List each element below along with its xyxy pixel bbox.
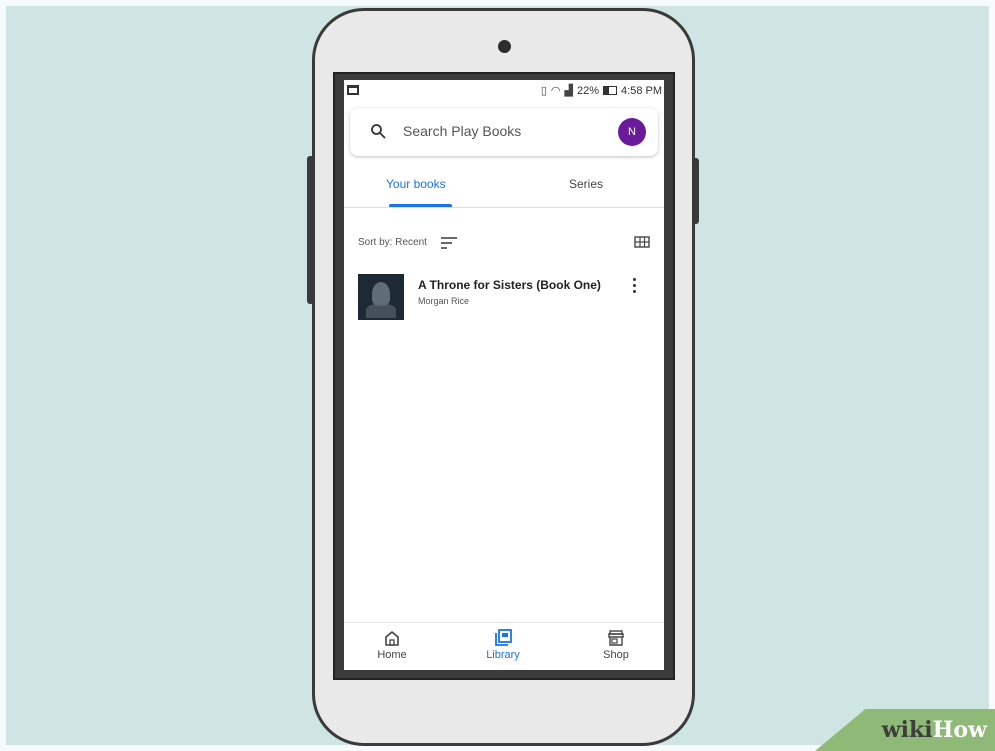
wifi-icon: ◠ — [550, 85, 561, 97]
battery-percent: 22% — [577, 84, 600, 97]
tab-series[interactable]: Series — [569, 177, 603, 191]
phone-screen: ▯ ◠ ▟ 22% 4:58 PM Search Play Books N Yo… — [344, 80, 664, 670]
sort-button[interactable]: Sort by: Recent — [358, 237, 427, 248]
list-item[interactable]: A Throne for Sisters (Book One) Morgan R… — [358, 274, 650, 322]
home-icon — [385, 631, 399, 646]
nav-shop[interactable]: Shop — [581, 629, 651, 661]
status-icons: ▯ ◠ ▟ 22% 4:58 PM — [540, 84, 662, 98]
status-time: 4:58 PM — [621, 84, 662, 97]
tab-your-books[interactable]: Your books — [386, 177, 446, 191]
grid-view-icon[interactable] — [634, 236, 650, 248]
book-title[interactable]: A Throne for Sisters (Book One) — [418, 278, 601, 292]
battery-icon — [603, 86, 618, 95]
book-cover[interactable] — [358, 274, 404, 320]
nav-shop-label: Shop — [603, 649, 629, 661]
more-options-icon[interactable] — [630, 278, 638, 298]
status-bar: ▯ ◠ ▟ 22% 4:58 PM — [344, 80, 664, 102]
nav-library-label: Library — [486, 649, 520, 661]
search-icon[interactable] — [370, 123, 386, 139]
nav-home[interactable]: Home — [357, 629, 427, 661]
notification-icon — [347, 85, 359, 95]
bottom-nav: Home Library Shop — [344, 622, 664, 670]
nav-home-label: Home — [377, 649, 407, 661]
library-icon — [495, 629, 512, 646]
search-bar[interactable]: Search Play Books N — [350, 108, 658, 156]
active-tab-indicator — [389, 204, 452, 207]
wikihow-logo: wikiHow — [881, 717, 987, 743]
nav-library[interactable]: Library — [468, 629, 538, 661]
avatar[interactable]: N — [618, 118, 646, 146]
book-author: Morgan Rice — [418, 296, 470, 306]
signal-icon: ▟ — [564, 85, 573, 97]
library-tabs: Your books Series — [344, 170, 664, 208]
vibrate-icon: ▯ — [540, 85, 547, 97]
sort-row: Sort by: Recent — [358, 234, 650, 254]
search-input[interactable]: Search Play Books — [403, 123, 521, 139]
shop-icon — [608, 630, 624, 646]
sort-icon[interactable] — [440, 236, 458, 250]
camera-icon — [498, 40, 511, 53]
